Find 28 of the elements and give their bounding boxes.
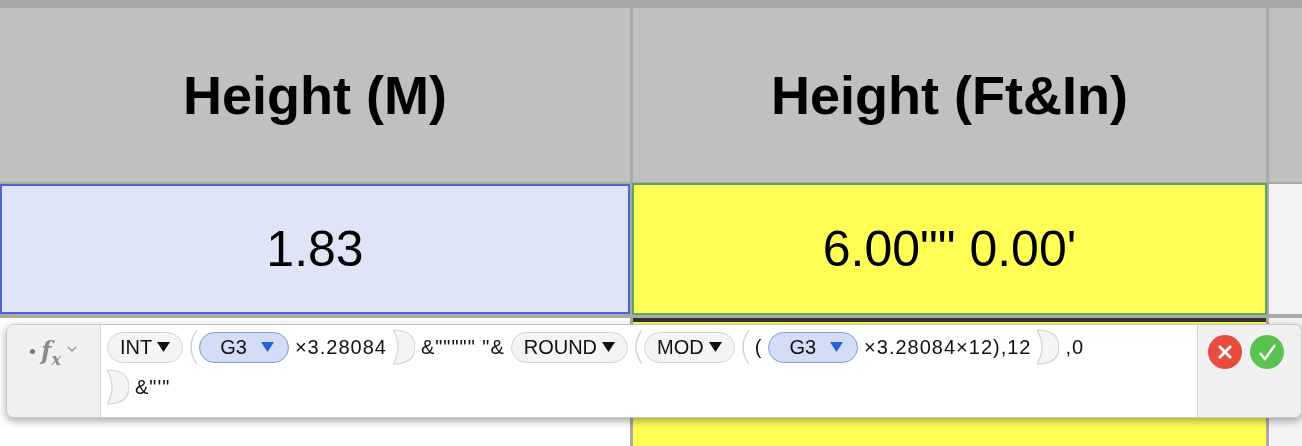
- column-header[interactable]: Height (M): [0, 8, 630, 182]
- formula-text: ×3.28084×12),12: [863, 335, 1033, 359]
- dot-icon: [30, 349, 36, 354]
- function-label: f$_{x}$: [41, 339, 61, 371]
- accept-button[interactable]: [1250, 335, 1284, 369]
- table-cell[interactable]: 1.83: [0, 184, 630, 314]
- chevron-down-icon[interactable]: [66, 346, 77, 353]
- function-token[interactable]: INT: [107, 331, 184, 363]
- function-token[interactable]: MOD: [644, 331, 735, 363]
- formula-text: ×3.28084: [293, 335, 388, 359]
- table-cell[interactable]: 6.00"" 0.00': [633, 184, 1266, 314]
- reference-token[interactable]: G3: [768, 331, 859, 363]
- formula-text: &""""" "&: [419, 335, 506, 359]
- bracket-icon: [392, 329, 415, 365]
- table-cell[interactable]: [1269, 184, 1302, 314]
- caret-icon[interactable]: [157, 342, 171, 352]
- caret-icon[interactable]: [708, 342, 722, 352]
- reference-token[interactable]: G3: [199, 331, 289, 363]
- bracket-icon: [1037, 329, 1060, 365]
- function-token[interactable]: ROUND: [510, 331, 629, 363]
- formula-text: ,0: [1064, 335, 1086, 359]
- caret-icon[interactable]: [602, 342, 616, 352]
- column-header[interactable]: Height (Ft&In): [633, 8, 1266, 182]
- formula-text: &"'": [134, 375, 172, 399]
- formula-text: (: [753, 335, 764, 359]
- cancel-button[interactable]: [1208, 335, 1242, 369]
- formula-editor-dialog[interactable]: f$_{x}$ INT G3 ×3.28084 &""""" "& ROUND MOD ( G3 ×3.28084×12),12 ,0 &"'": [6, 324, 1302, 418]
- bracket-icon: [107, 369, 129, 405]
